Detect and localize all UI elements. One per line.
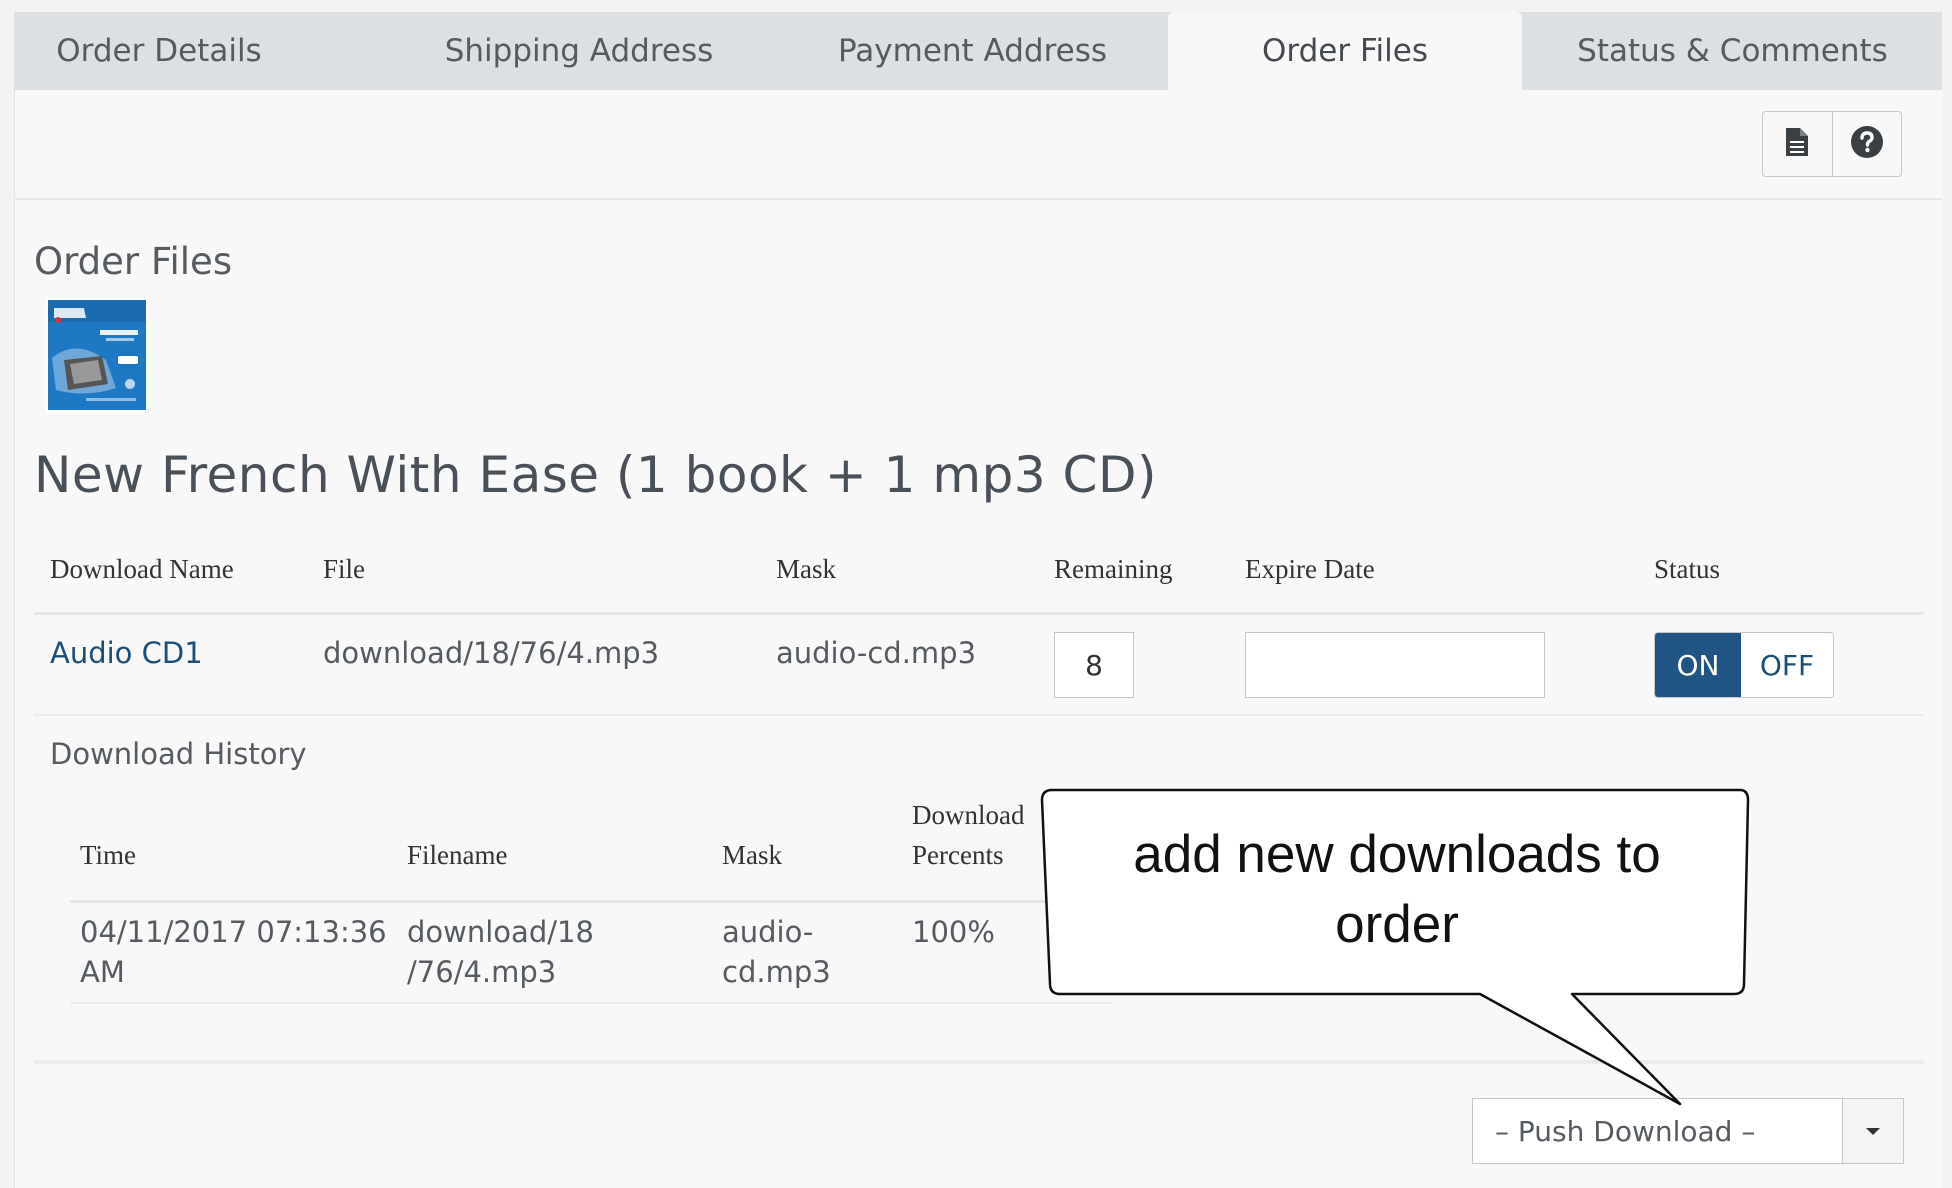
callout-line-1: add new downloads to xyxy=(1133,825,1661,884)
history-time-line2: AM xyxy=(80,955,125,989)
history-header-mask: Mask xyxy=(722,840,782,870)
expire-date-input[interactable] xyxy=(1245,632,1545,698)
download-history-title: Download History xyxy=(50,737,307,771)
callout-line-2: order xyxy=(1335,895,1459,954)
tab-order-details[interactable]: Order Details xyxy=(14,12,304,90)
history-mask-line1: audio- xyxy=(722,915,814,949)
invoice-button[interactable] xyxy=(1763,112,1832,176)
toolbar-divider xyxy=(14,198,1942,200)
push-download-value: – Push Download – xyxy=(1495,1114,1756,1148)
status-off-button[interactable]: OFF xyxy=(1741,633,1833,697)
remaining-input[interactable]: 8 xyxy=(1054,632,1134,698)
product-thumbnail xyxy=(46,298,148,412)
document-icon xyxy=(1785,127,1809,161)
history-header-divider xyxy=(70,900,1112,903)
product-title: New French With Ease (1 book + 1 mp3 CD) xyxy=(34,446,1157,504)
tab-order-files[interactable]: Order Files xyxy=(1168,12,1522,90)
history-filename-line2: /76/4.mp3 xyxy=(407,955,557,989)
column-header-expire-date: Expire Date xyxy=(1245,554,1375,584)
callout-text: add new downloads to order xyxy=(1052,820,1742,960)
column-header-mask: Mask xyxy=(776,554,836,584)
toolbar-button-group xyxy=(1762,111,1902,177)
history-header-percent-line1: Download xyxy=(912,800,1025,830)
help-button[interactable] xyxy=(1831,112,1902,176)
history-header-filename: Filename xyxy=(407,840,508,870)
section-title: Order Files xyxy=(34,240,233,283)
status-toggle[interactable]: ON OFF xyxy=(1654,632,1834,698)
question-circle-icon xyxy=(1850,125,1884,163)
chevron-down-icon[interactable] xyxy=(1842,1099,1903,1163)
column-header-remaining: Remaining xyxy=(1054,554,1173,584)
tab-status-comments[interactable]: Status & Comments xyxy=(1560,12,1905,90)
history-percent: 100% xyxy=(912,915,995,949)
downloads-table-header xyxy=(34,526,1924,615)
status-on-button[interactable]: ON xyxy=(1655,633,1741,697)
history-time-line1: 04/11/2017 07:13:36 xyxy=(80,915,387,949)
history-header-time: Time xyxy=(80,840,137,870)
column-header-status: Status xyxy=(1654,554,1721,584)
history-mask-line2: cd.mp3 xyxy=(722,955,831,989)
history-header-percent-line2: Percents xyxy=(912,840,1004,870)
download-file: download/18/76/4.mp3 xyxy=(323,636,660,670)
push-download-select[interactable]: – Push Download – xyxy=(1472,1098,1904,1164)
download-mask: audio-cd.mp3 xyxy=(776,636,977,670)
row-divider xyxy=(34,714,1924,716)
tab-shipping-address[interactable]: Shipping Address xyxy=(420,12,738,90)
tab-payment-address[interactable]: Payment Address xyxy=(820,12,1125,90)
history-filename-line1: download/18 xyxy=(407,915,594,949)
download-name-link[interactable]: Audio CD1 xyxy=(50,636,203,670)
history-bottom-divider xyxy=(70,1002,1112,1004)
column-header-file: File xyxy=(323,554,366,584)
column-header-download-name: Download Name xyxy=(50,554,234,584)
